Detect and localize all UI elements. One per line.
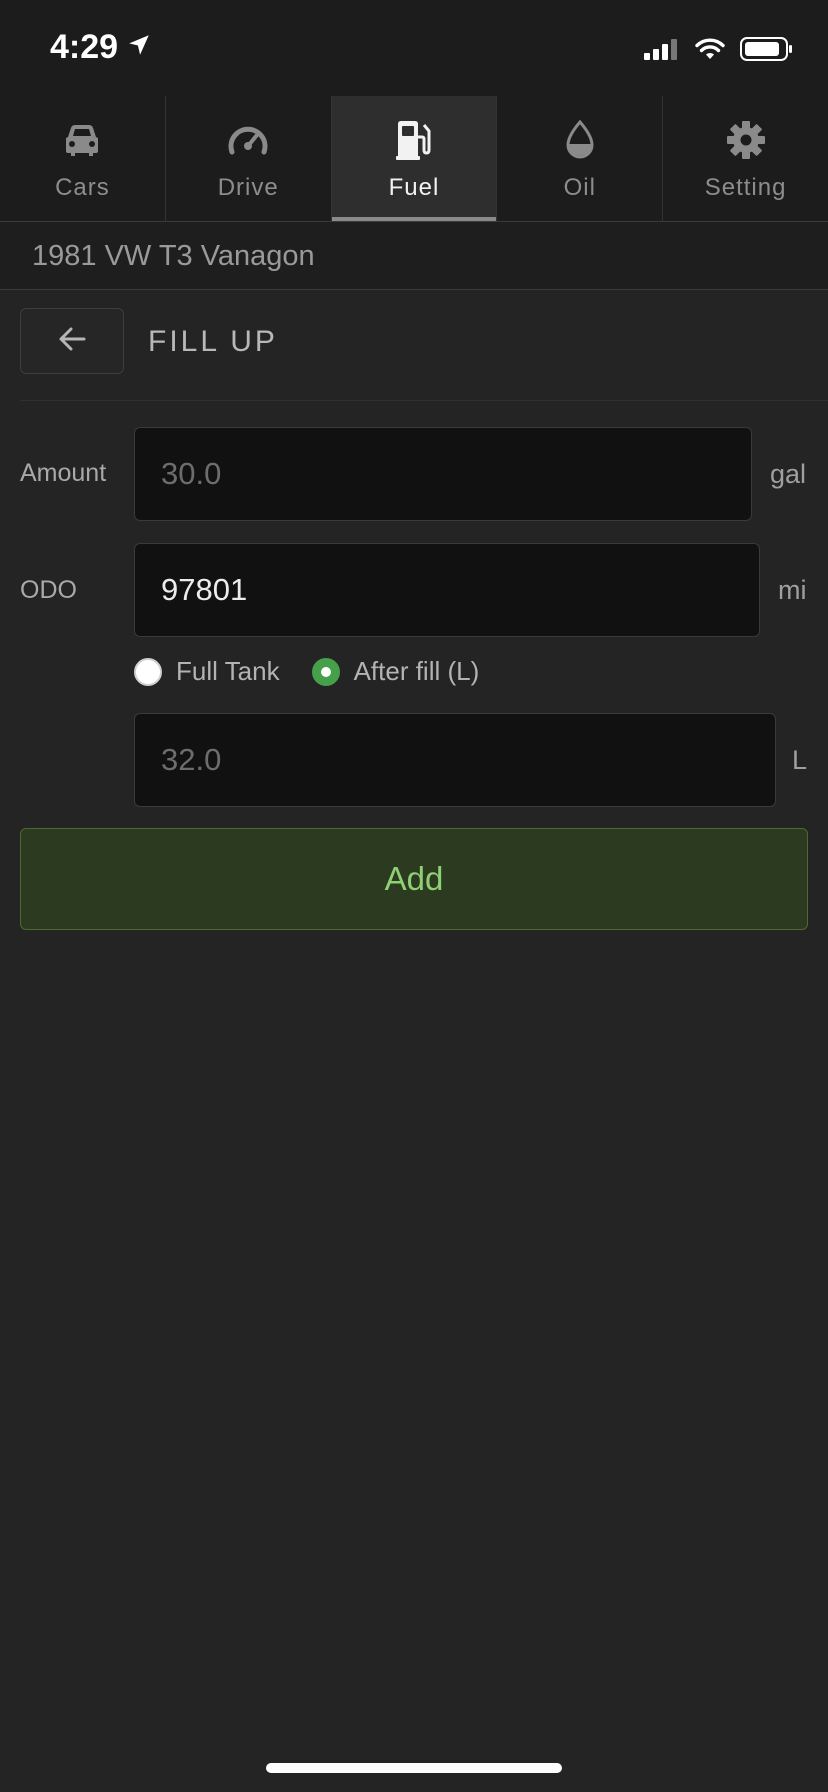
car-icon — [60, 118, 104, 162]
car-name: 1981 VW T3 Vanagon — [32, 240, 315, 272]
status-time: 4:29 — [50, 28, 119, 66]
tab-label: Setting — [704, 174, 787, 201]
status-indicators — [644, 36, 794, 67]
status-bar: 4:29 — [0, 0, 828, 96]
fill-type-radio-group: Full Tank After fill (L) — [134, 656, 511, 687]
after-fill-input[interactable]: 32.0 — [134, 713, 776, 807]
fuel-pump-icon — [392, 118, 436, 162]
tab-setting[interactable]: Setting — [663, 96, 828, 221]
back-button[interactable] — [20, 308, 124, 374]
tab-drive[interactable]: Drive — [166, 96, 332, 221]
tab-label: Cars — [55, 174, 110, 201]
speedometer-icon — [226, 118, 270, 162]
tab-oil[interactable]: Oil — [497, 96, 664, 221]
top-tab-bar: Cars Drive Fuel Oil Setting — [0, 96, 828, 222]
after-fill-radio[interactable]: After fill (L) — [311, 656, 480, 687]
add-button[interactable]: Add — [20, 828, 808, 930]
tab-cars[interactable]: Cars — [0, 96, 166, 221]
amount-placeholder: 30.0 — [161, 456, 222, 491]
tab-label: Oil — [563, 174, 596, 201]
divider — [20, 400, 828, 401]
after-fill-label: After fill (L) — [353, 656, 480, 686]
full-tank-radio[interactable]: Full Tank — [134, 656, 280, 687]
radio-checked-icon — [311, 657, 340, 686]
tab-label: Drive — [217, 174, 279, 201]
full-tank-label: Full Tank — [176, 656, 280, 686]
cellular-signal-icon — [644, 38, 680, 65]
gear-icon — [724, 118, 768, 162]
after-fill-placeholder: 32.0 — [161, 742, 222, 777]
battery-icon — [740, 36, 794, 67]
after-fill-unit: L — [792, 745, 808, 775]
home-indicator[interactable] — [266, 1763, 562, 1773]
odo-value: 97801 — [161, 572, 248, 607]
odo-label: ODO — [20, 576, 77, 604]
app-screen: 4:29 Cars Drive Fuel Oil Setting 1981 VW… — [0, 0, 828, 1792]
amount-label: Amount — [20, 459, 107, 487]
amount-input[interactable]: 30.0 — [134, 427, 752, 521]
odo-unit: mi — [778, 575, 807, 605]
arrow-left-icon — [58, 326, 86, 357]
wifi-icon — [694, 37, 726, 66]
oil-drop-icon — [558, 118, 602, 162]
amount-unit: gal — [770, 459, 807, 489]
car-selector[interactable]: 1981 VW T3 Vanagon — [0, 222, 828, 290]
tab-label: Fuel — [388, 174, 440, 201]
radio-unchecked-icon — [134, 657, 162, 686]
location-arrow-icon — [126, 28, 152, 67]
odo-input[interactable]: 97801 — [134, 543, 760, 637]
status-time-group: 4:29 — [50, 28, 152, 67]
tab-fuel[interactable]: Fuel — [331, 96, 498, 221]
page-title: FILL UP — [148, 325, 278, 358]
